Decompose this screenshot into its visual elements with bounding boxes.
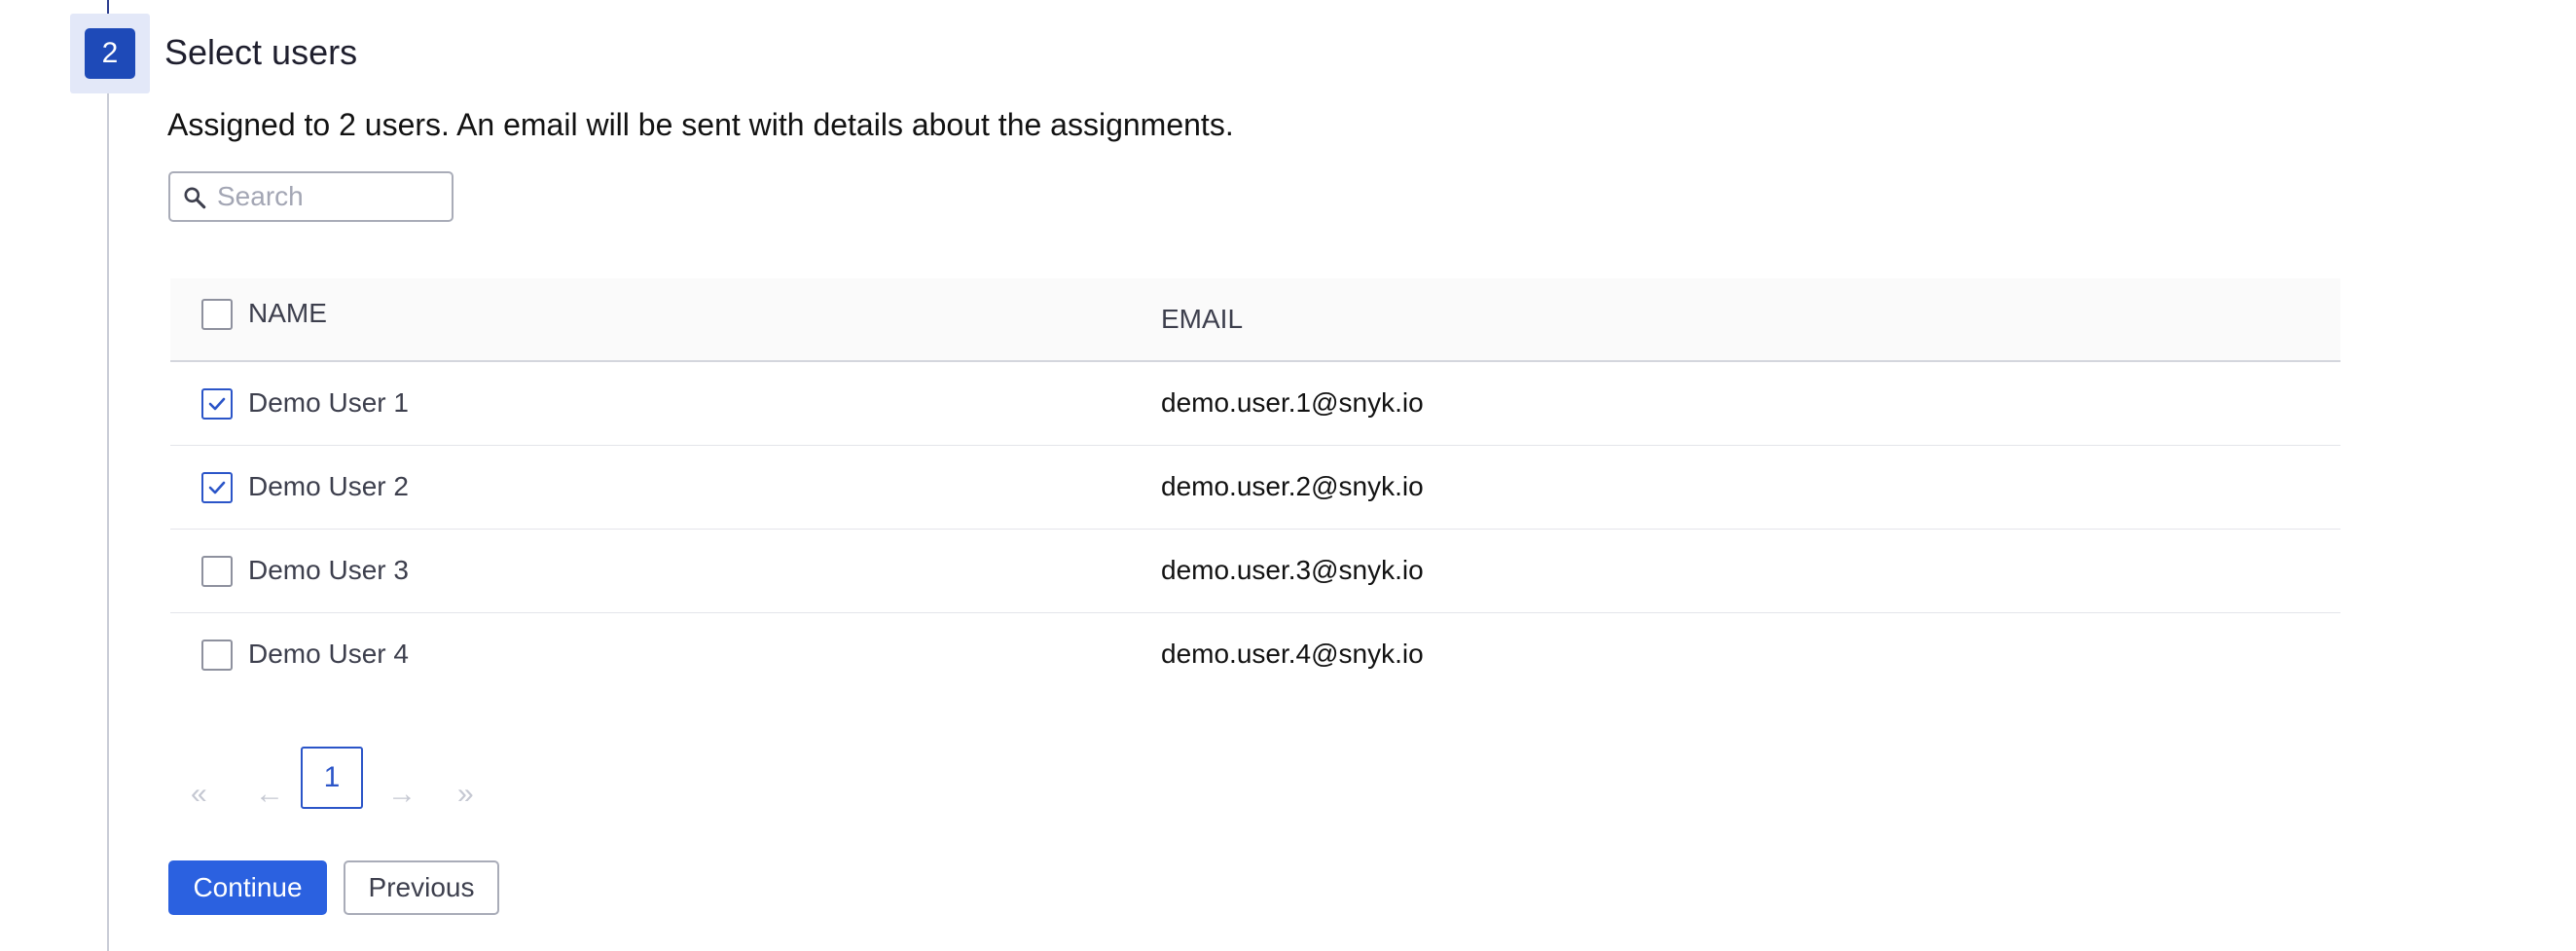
previous-button[interactable]: Previous [344,860,499,915]
step-title: Select users [164,32,358,72]
table-row: Demo User 3 demo.user.3@snyk.io [170,530,2340,613]
search-box[interactable] [168,171,454,222]
user-email: demo.user.2@snyk.io [1161,471,1424,501]
user-name: Demo User 4 [248,639,409,669]
table-row: Demo User 4 demo.user.4@snyk.io [170,613,2340,697]
table-row: Demo User 1 demo.user.1@snyk.io [170,362,2340,446]
users-table: NAME EMAIL Demo User 1 demo.user.1@snyk.… [170,278,2340,697]
user-email: demo.user.3@snyk.io [1161,555,1424,585]
user-name: Demo User 1 [248,387,409,418]
user-name: Demo User 3 [248,555,409,585]
pagination-next-button[interactable]: → [387,777,417,812]
continue-button[interactable]: Continue [168,860,327,915]
checkmark-icon [208,481,226,494]
search-icon [184,187,206,209]
pagination-page-current[interactable]: 1 [301,747,363,809]
assignment-description: Assigned to 2 users. An email will be se… [167,107,1234,142]
user-email: demo.user.1@snyk.io [1161,387,1424,418]
step-indicator: 2 [70,14,150,93]
step-number-badge: 2 [85,28,135,79]
column-header-email: EMAIL [1161,304,1244,334]
user-email: demo.user.4@snyk.io [1161,639,1424,669]
pagination-first-button[interactable]: « [191,777,207,812]
select-all-checkbox[interactable] [201,299,233,330]
table-header: NAME EMAIL [170,278,2340,362]
pagination-last-button[interactable]: » [457,777,474,812]
pagination-prev-button[interactable]: ← [255,777,284,812]
user-name: Demo User 2 [248,471,409,501]
row-checkbox[interactable] [201,640,233,671]
row-checkbox[interactable] [201,472,233,503]
row-checkbox[interactable] [201,556,233,587]
row-checkbox[interactable] [201,388,233,420]
stepper-line [107,0,109,951]
table-row: Demo User 2 demo.user.2@snyk.io [170,446,2340,530]
column-header-name: NAME [248,298,327,328]
search-input[interactable] [217,173,449,220]
checkmark-icon [208,397,226,411]
